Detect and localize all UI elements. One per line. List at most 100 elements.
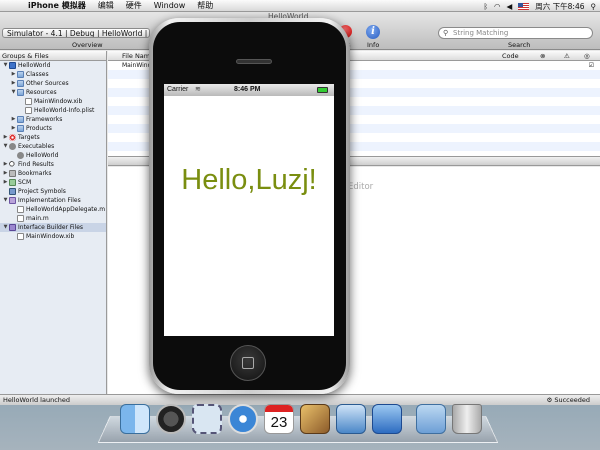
- sidebar-item-label: Frameworks: [26, 116, 63, 123]
- disclosure-triangle-icon[interactable]: ▶: [2, 160, 9, 169]
- sidebar-item[interactable]: HelloWorld: [0, 151, 106, 160]
- col-filename[interactable]: File Nam: [122, 51, 150, 61]
- dashboard-icon[interactable]: [156, 404, 186, 434]
- input-flag-icon[interactable]: [518, 2, 530, 10]
- overview-label: Overview: [72, 41, 103, 49]
- sidebar-item[interactable]: ▼ Resources: [0, 88, 106, 97]
- sidebar-item[interactable]: ▶ Frameworks: [0, 115, 106, 124]
- sidebar-item-label: MainWindow.xib: [26, 233, 75, 240]
- search-input[interactable]: ⚲ String Matching: [438, 27, 593, 39]
- disclosure-triangle-icon[interactable]: ▶: [10, 115, 17, 124]
- sidebar-item[interactable]: ▼ HelloWorld: [0, 61, 106, 70]
- file-icon: [25, 98, 32, 105]
- sidebar-item[interactable]: ▼ Executables: [0, 142, 106, 151]
- sidebar-item-label: Project Symbols: [18, 188, 66, 195]
- col-code[interactable]: Code: [502, 51, 519, 61]
- disclosure-triangle-icon[interactable]: ▶: [10, 79, 17, 88]
- proj-icon: [9, 62, 16, 69]
- disclosure-triangle-icon[interactable]: ▶: [2, 133, 9, 142]
- sidebar-item[interactable]: MainWindow.xib: [0, 97, 106, 106]
- calendar-day: 23: [270, 414, 288, 431]
- sidebar-item-label: Resources: [26, 89, 57, 96]
- info-label: Info: [367, 41, 380, 49]
- build-status-text: Succeeded: [554, 396, 590, 404]
- volume-icon[interactable]: ◀: [506, 2, 512, 11]
- iphone-screen[interactable]: Carrier ≋ 8:46 PM Hello,Luzj!: [164, 84, 334, 336]
- folder-icon: [17, 116, 24, 123]
- disclosure-triangle-icon[interactable]: ▼: [2, 61, 9, 70]
- col-warning-icon[interactable]: ⊗: [540, 51, 545, 61]
- menubar-clock[interactable]: 周六 下午8:46: [535, 1, 584, 12]
- finder-icon[interactable]: [120, 404, 150, 434]
- safari-icon[interactable]: [228, 404, 258, 434]
- menu-window[interactable]: Window: [154, 1, 186, 10]
- sidebar-item-label: Classes: [26, 71, 49, 78]
- bluetooth-icon[interactable]: ᛒ: [483, 2, 488, 11]
- search-label: Search: [508, 41, 531, 49]
- row-checkbox-icon[interactable]: ☑: [589, 61, 594, 70]
- sidebar-item[interactable]: ▶ Other Sources: [0, 79, 106, 88]
- spotlight-icon[interactable]: ⚲: [591, 2, 597, 11]
- target-icon: [9, 134, 16, 141]
- applications-folder-icon[interactable]: [416, 404, 446, 434]
- sidebar-item[interactable]: ▼ Interface Builder Files: [0, 223, 106, 232]
- carrier-label: Carrier: [167, 86, 189, 93]
- wifi-menu-icon[interactable]: ◠: [494, 2, 501, 11]
- search-placeholder: String Matching: [453, 29, 509, 37]
- sidebar-item-label: Other Sources: [26, 80, 69, 87]
- sidebar-item[interactable]: HelloWorldAppDelegate.m: [0, 205, 106, 214]
- status-text: HelloWorld launched: [3, 396, 71, 404]
- sidebar-item-label: MainWindow.xib: [34, 98, 83, 105]
- mag2-icon: [9, 161, 16, 168]
- sidebar-item[interactable]: main.m: [0, 214, 106, 223]
- sidebar-item[interactable]: MainWindow.xib: [0, 232, 106, 241]
- iphone-simulator-icon[interactable]: [372, 404, 402, 434]
- trash-icon[interactable]: [452, 404, 482, 434]
- menu-app-name[interactable]: iPhone 模拟器: [28, 0, 86, 11]
- home-button[interactable]: [230, 345, 266, 381]
- groups-and-files-sidebar: Groups & Files ▼ HelloWorld ▶ Classes ▶ Other…: [0, 51, 107, 394]
- editor-placeholder: Editor: [348, 182, 374, 192]
- disclosure-triangle-icon[interactable]: ▶: [10, 70, 17, 79]
- disclosure-triangle-icon[interactable]: ▶: [10, 124, 17, 133]
- sidebar-item[interactable]: ▶ Products: [0, 124, 106, 133]
- sidebar-tree: ▼ HelloWorld ▶ Classes ▶ Other Sources ▼ Resour…: [0, 61, 106, 241]
- iphoto-icon[interactable]: [300, 404, 330, 434]
- ical-icon[interactable]: 23: [264, 404, 294, 434]
- col-target-icon[interactable]: ◎: [584, 51, 590, 61]
- disclosure-triangle-icon[interactable]: ▶: [2, 178, 9, 187]
- mail-icon[interactable]: [192, 404, 222, 434]
- file-icon: [25, 107, 32, 114]
- hello-label: Hello,Luzj!: [181, 164, 317, 196]
- xcode-icon[interactable]: [336, 404, 366, 434]
- menu-help[interactable]: 帮助: [197, 0, 213, 11]
- col-error-icon[interactable]: ⚠: [564, 51, 570, 61]
- info-icon[interactable]: i: [366, 25, 380, 39]
- sidebar-item-label: main.m: [26, 215, 49, 222]
- disclosure-triangle-icon[interactable]: ▶: [2, 169, 9, 178]
- menu-hardware[interactable]: 硬件: [126, 0, 142, 11]
- disclosure-triangle-icon[interactable]: ▼: [2, 223, 9, 232]
- disclosure-triangle-icon[interactable]: ▼: [10, 88, 17, 97]
- sidebar-item[interactable]: ▶ Targets: [0, 133, 106, 142]
- ib-icon: [9, 224, 16, 231]
- sidebar-item[interactable]: HelloWorld-Info.plist: [0, 106, 106, 115]
- disclosure-triangle-icon[interactable]: ▼: [2, 142, 9, 151]
- sidebar-item[interactable]: ▶ Bookmarks: [0, 169, 106, 178]
- menu-edit[interactable]: 编辑: [98, 0, 114, 11]
- sidebar-item-label: HelloWorldAppDelegate.m: [26, 206, 106, 213]
- sidebar-item[interactable]: ▶ Find Results: [0, 160, 106, 169]
- sidebar-item[interactable]: ▼ Implementation Files: [0, 196, 106, 205]
- sidebar-item[interactable]: ▶ SCM: [0, 178, 106, 187]
- sidebar-item-label: Bookmarks: [18, 170, 52, 177]
- overview-popup[interactable]: Simulator - 4.1 | Debug | HelloWorld | H…: [2, 28, 150, 38]
- search-icon: ⚲: [443, 29, 449, 37]
- sidebar-item[interactable]: Project Symbols: [0, 187, 106, 196]
- sidebar-item[interactable]: ▶ Classes: [0, 70, 106, 79]
- sidebar-item-label: Interface Builder Files: [18, 224, 84, 231]
- sidebar-item-label: HelloWorld-Info.plist: [34, 107, 95, 114]
- file-icon: [17, 215, 24, 222]
- sidebar-item-label: Find Results: [18, 161, 54, 168]
- bm-icon: [9, 170, 16, 177]
- disclosure-triangle-icon[interactable]: ▼: [2, 196, 9, 205]
